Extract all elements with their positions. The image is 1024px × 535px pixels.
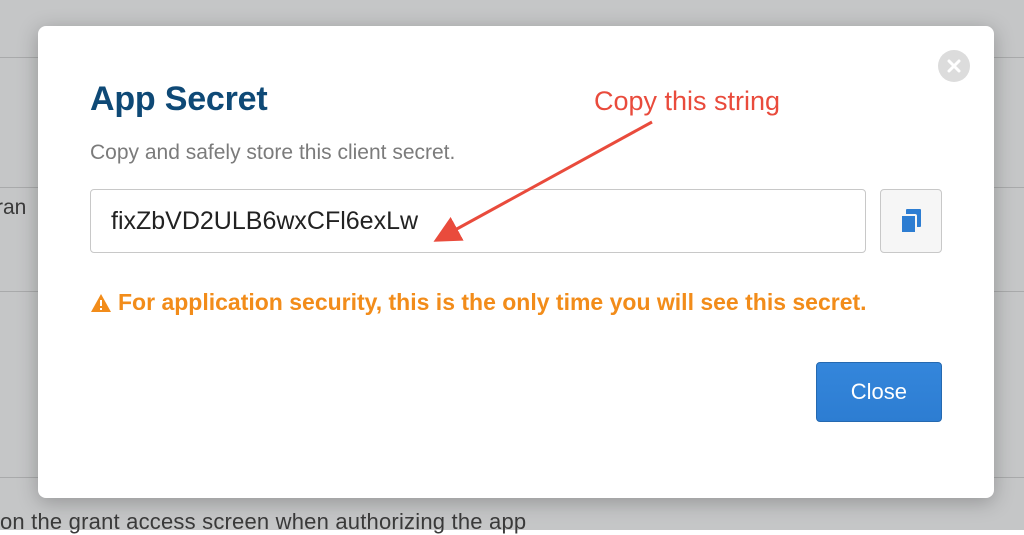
background-cell-label: ran [0, 196, 26, 220]
close-button[interactable]: Close [816, 362, 942, 422]
copy-icon [899, 208, 923, 234]
modal-backdrop: ran on the grant access screen when auth… [0, 0, 1024, 530]
modal-title: App Secret [90, 80, 942, 119]
client-secret-field[interactable]: fixZbVD2ULB6wxCFl6exLw [90, 189, 866, 253]
annotation-label: Copy this string [594, 86, 780, 117]
warning-triangle-icon [90, 293, 112, 313]
app-secret-modal: App Secret Copy and safely store this cl… [38, 26, 994, 498]
copy-secret-button[interactable] [880, 189, 942, 253]
background-footer-text: on the grant access screen when authoriz… [0, 509, 1024, 535]
client-secret-value: fixZbVD2ULB6wxCFl6exLw [111, 207, 418, 236]
secret-row: fixZbVD2ULB6wxCFl6exLw [90, 189, 942, 253]
modal-close-x[interactable] [938, 50, 970, 82]
close-icon [947, 59, 961, 73]
warning-text: For application security, this is the on… [118, 289, 867, 316]
modal-subtitle: Copy and safely store this client secret… [90, 141, 942, 165]
security-warning: For application security, this is the on… [90, 289, 942, 316]
